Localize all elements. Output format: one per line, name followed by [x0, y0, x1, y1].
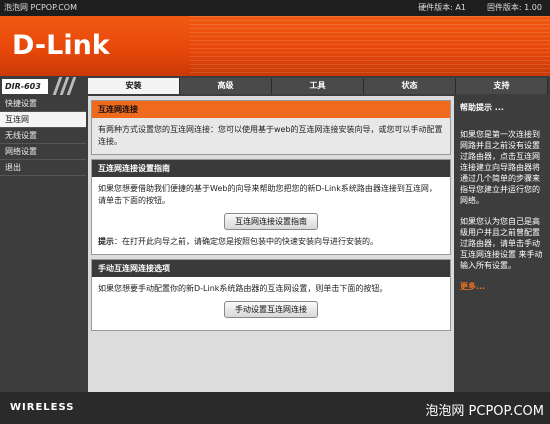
tab-advanced[interactable]: 高级 [180, 78, 272, 94]
sidebar-item-internet[interactable]: 互连网 [0, 112, 86, 128]
sidebar-item-quick-setup[interactable]: 快捷设置 [0, 96, 86, 112]
watermark-bottom: 泡泡网 PCPOP.COM [425, 404, 544, 419]
intro-title: 互连网连接 [92, 101, 450, 118]
tab-setup[interactable]: 安装 [88, 78, 180, 94]
sidebar-item-logout[interactable]: 退出 [0, 160, 86, 176]
wizard-text: 如果您想要借助我们便捷的基于Web的向导来帮助您把您的新D-Link系统路由器连… [98, 184, 437, 205]
header-banner: D-Link [0, 16, 550, 76]
watermark-top: 泡泡网 PCPOP.COM [4, 3, 77, 12]
tab-status[interactable]: 状态 [364, 78, 456, 94]
nav-row: DIR-603 安装 高级 工具 状态 支持 [0, 76, 550, 96]
manual-box: 手动互连网连接选项 如果您想要手动配置你的新D-Link系统路由器的互连网设置，… [91, 259, 451, 331]
sidebar-item-network[interactable]: 网络设置 [0, 144, 86, 160]
firmware-version: 固件版本: 1.00 [486, 3, 542, 12]
footer: WIRELESS 泡泡网 PCPOP.COM [0, 392, 550, 424]
tip-label: 提示 [98, 237, 114, 246]
connection-wizard-button[interactable]: 互连网连接设置指南 [224, 213, 318, 230]
help-paragraph-2: 如果您认为您自己是高级用户并且之前曾配置过路由器，请单击手动互连网连接设置 来手… [460, 217, 543, 270]
wizard-box: 互连网连接设置指南 如果您想要借助我们便捷的基于Web的向导来帮助您把您的新D-… [91, 159, 451, 255]
top-info-bar: 泡泡网 PCPOP.COM 硬件版本: A1 固件版本: 1.00 [0, 0, 550, 16]
sidebar-item-wireless[interactable]: 无线设置 [0, 128, 86, 144]
wireless-logo: WIRELESS [10, 402, 75, 413]
help-paragraph-1: 如果您是第一次连接到网路并且之前没有设置过路由器，点击互连网连接建立向导路由器将… [460, 130, 540, 205]
tab-support[interactable]: 支持 [456, 78, 548, 94]
tab-tools[interactable]: 工具 [272, 78, 364, 94]
help-panel: 帮助提示 ... 如果您是第一次连接到网路并且之前没有设置过路由器，点击互连网连… [456, 96, 550, 392]
manual-title: 手动互连网连接选项 [92, 260, 450, 277]
intro-box: 互连网连接 有两种方式设置您的互连网连接：您可以使用基于web的互连网连接安装向… [91, 100, 451, 155]
hardware-version: 硬件版本: A1 [418, 3, 466, 12]
intro-text: 有两种方式设置您的互连网连接：您可以使用基于web的互连网连接安装向导，或您可以… [92, 118, 450, 154]
help-title: 帮助提示 ... [460, 103, 504, 112]
manual-text: 如果您想要手动配置你的新D-Link系统路由器的互连网设置，则单击下面的按钮。 [98, 284, 388, 293]
header-stripes [190, 16, 550, 76]
main-content: 互连网连接 有两种方式设置您的互连网连接：您可以使用基于web的互连网连接安装向… [88, 96, 454, 392]
manual-setup-button[interactable]: 手动设置互连网连接 [224, 301, 318, 318]
wizard-body: 如果您想要借助我们便捷的基于Web的向导来帮助您把您的新D-Link系统路由器连… [92, 177, 450, 254]
sidebar: 快捷设置 互连网 无线设置 网络设置 退出 [0, 96, 86, 392]
manual-body: 如果您想要手动配置你的新D-Link系统路由器的互连网设置，则单击下面的按钮。 … [92, 277, 450, 330]
wizard-tip: 提示：在打开此向导之前，请确定您是按照包装中的快速安装向导进行安装的。 [98, 236, 444, 248]
top-tabs: 安装 高级 工具 状态 支持 [88, 78, 548, 94]
dlink-logo: D-Link [12, 30, 110, 61]
model-label: DIR-603 [2, 79, 48, 94]
tip-text: ：在打开此向导之前，请确定您是按照包装中的快速安装向导进行安装的。 [114, 237, 378, 246]
more-link[interactable]: 更多... [460, 282, 485, 291]
wizard-title: 互连网连接设置指南 [92, 160, 450, 177]
